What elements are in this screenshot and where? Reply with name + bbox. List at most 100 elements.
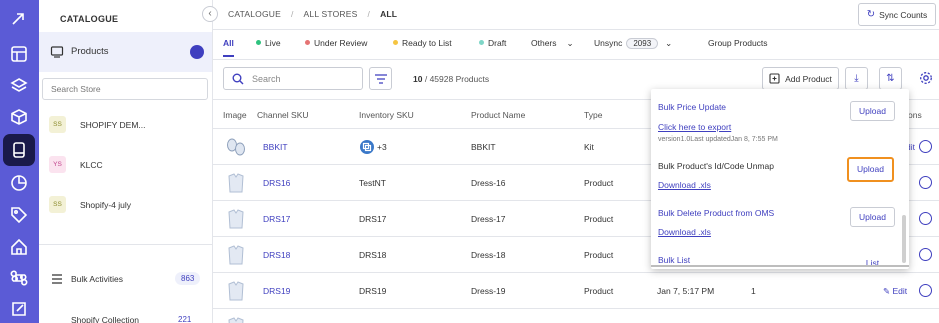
download-button[interactable]: ⤓ [845,67,868,90]
row-action-icon[interactable] [919,176,932,189]
sidebar-item-shopify-collection[interactable]: Shopify Collection 221 [39,312,212,323]
upload-button[interactable]: Upload [850,101,895,121]
download-xls-link[interactable]: Download .xls [658,180,711,190]
filter-button[interactable] [369,67,392,90]
product-thumbnail [228,245,244,265]
dashboard-icon[interactable] [7,42,31,66]
product-thumbnail [228,209,244,229]
kit-icon [359,139,375,157]
external-link-icon[interactable] [7,297,31,321]
export-link[interactable]: Click here to export [658,122,731,132]
product-search-input[interactable]: Search [223,67,363,90]
store-item[interactable]: SS SHOPIFY DEM... [49,116,209,136]
sync-counts-label: Sync Counts [879,9,928,20]
inventory-sku: DRS17 [359,214,387,224]
tab-under-review-label: Under Review [314,38,368,48]
row-action-icon[interactable] [919,140,932,153]
bulk-actions-button[interactable]: ⇅ [879,67,902,90]
bulk-activities-label: Bulk Activities [71,274,123,284]
store-item[interactable]: YS KLCC [49,156,209,176]
sidebar-item-products[interactable]: Products [39,32,212,72]
channel-sku[interactable]: DRS17 [263,214,290,224]
tab-group-products-label: Group Products [708,38,768,48]
tab-unsync[interactable]: Unsync 2093 ⌄ [594,38,672,49]
tab-others[interactable]: Others ⌄ [531,38,574,49]
tabs-divider [213,59,939,60]
breadcrumb-catalogue[interactable]: CATALOGUE [228,9,281,19]
table-row[interactable] [213,309,939,323]
channel-sku[interactable]: BBKIT [263,142,288,152]
tab-live[interactable]: Live [256,38,281,48]
header-divider [213,29,939,30]
store-name: Shopify-4 july [80,200,132,210]
command-icon[interactable] [7,266,31,290]
table-row[interactable]: DRS19 DRS19 Dress-19 Product Jan 7, 5:17… [213,273,939,309]
col-image: Image [223,110,247,120]
tab-under-review[interactable]: Under Review [305,38,367,48]
col-actions: ons [908,110,922,120]
tab-all[interactable]: All [223,38,234,57]
home-icon[interactable] [7,235,31,259]
breadcrumb-separator: / [290,9,294,19]
store-item[interactable]: SS Shopify-4 july [49,196,209,216]
tab-group-products[interactable]: Group Products [708,38,768,48]
shopify-collection-count: 221 [178,315,192,323]
tab-others-label: Others [531,38,557,48]
col-product-name[interactable]: Product Name [471,110,525,120]
layers-icon[interactable] [7,74,31,98]
add-product-button[interactable]: Add Product [762,67,839,90]
sidebar-item-bulk-activities[interactable]: Bulk Activities 863 [39,266,212,292]
col-type[interactable]: Type [584,110,602,120]
logo-icon[interactable] [7,8,31,32]
catalogue-icon[interactable] [3,134,35,166]
sidebar-divider [39,244,212,245]
row-action-icon[interactable] [919,248,932,261]
box-icon[interactable] [7,105,31,129]
product-count: 10 / 45928 Products [413,74,489,84]
tab-unsync-label: Unsync [594,38,623,48]
product-type: Product [584,214,614,224]
sync-counts-button[interactable]: ↻ Sync Counts [858,3,936,26]
bulk-actions-dropdown: Bulk Price Update Upload Click here to e… [651,89,909,269]
breadcrumb-all-stores[interactable]: ALL STORES [304,9,358,19]
shopify-collection-label: Shopify Collection [71,315,140,323]
chevron-down-icon: ⌄ [665,38,673,48]
channel-sku[interactable]: DRS19 [263,286,290,296]
store-badge: SS [49,116,66,133]
inventory-sku: +3 [377,142,387,152]
tab-live-label: Live [265,38,281,48]
tab-draft-label: Draft [488,38,507,48]
updated-date: Jan 7, 5:17 PM [657,286,715,296]
tab-draft[interactable]: Draft [479,38,506,48]
tab-ready-to-list-label: Ready to List [402,38,452,48]
catalogue-sidebar: CATALOGUE ‹ Products Search Store SS SHO… [39,0,218,323]
col-channel-sku[interactable]: Channel SKU [257,110,309,120]
dropdown-scrollbar[interactable] [902,215,906,263]
tab-all-label: All [223,38,234,48]
row-action-icon[interactable] [919,284,932,297]
gear-icon[interactable] [919,71,933,85]
store-search-input[interactable]: Search Store [42,78,208,100]
channel-sku[interactable]: DRS16 [263,178,290,188]
channel-sku[interactable]: DRS18 [263,250,290,260]
pie-chart-icon[interactable] [7,171,31,195]
tab-ready-to-list[interactable]: Ready to List [393,38,452,48]
row-action-icon[interactable] [919,212,932,225]
inventory-sku: DRS18 [359,250,387,260]
col-inventory-sku[interactable]: Inventory SKU [359,110,414,120]
pencil-icon: ✎ [883,286,891,296]
bulk-activities-icon [52,274,62,284]
download-xls-link[interactable]: Download .xls [658,227,711,237]
breadcrumb: CATALOGUE / ALL STORES / ALL [228,9,397,19]
upload-unmap-button[interactable]: Upload [847,157,894,182]
version-note: version1.0Last updatedJan 8, 7:55 PM [658,136,778,143]
tag-icon[interactable] [7,203,31,227]
breadcrumb-all: ALL [380,9,398,19]
product-type: Kit [584,142,594,152]
bulk-actions-icon: ⇅ [886,73,895,84]
store-name: KLCC [80,160,103,170]
inventory-sku: TestNT [359,178,386,188]
upload-delete-button[interactable]: Upload [850,207,895,227]
edit-link[interactable]: ✎ Edit [883,286,907,297]
collapse-sidebar-button[interactable]: ‹ [202,6,218,22]
